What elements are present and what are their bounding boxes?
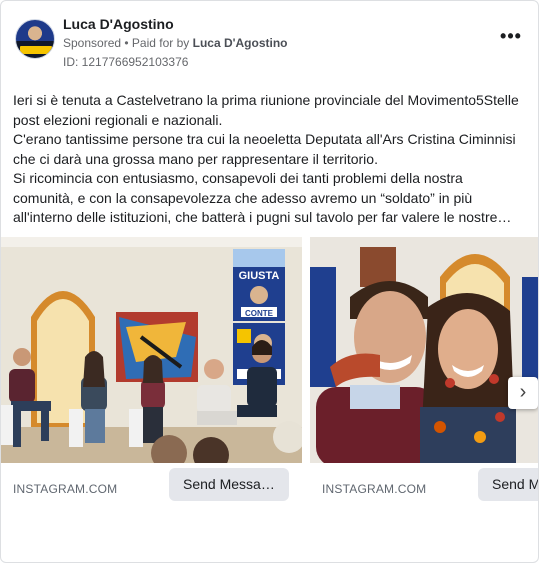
carousel: GIUSTA CONTE INSTAGRAM.COM Send Messa… I… xyxy=(1,237,538,507)
paid-for-prefix: • Paid for by xyxy=(124,36,190,50)
ad-card: Luca D'Agostino Sponsored • Paid for by … xyxy=(0,0,539,563)
post-body: Ieri si è tenuta a Castelvetrano la prim… xyxy=(13,91,521,228)
body-line-1: Ieri si è tenuta a Castelvetrano la prim… xyxy=(13,92,519,128)
avatar[interactable] xyxy=(15,19,55,59)
send-message-button[interactable]: Send Messa… xyxy=(169,468,289,501)
post-header: Luca D'Agostino Sponsored • Paid for by … xyxy=(13,13,528,73)
selfie-photo[interactable] xyxy=(310,237,538,463)
body-line-2: C'erano tantissime persone tra cui la ne… xyxy=(13,131,516,167)
link-domain: INSTAGRAM.COM xyxy=(13,482,118,496)
poster-text-2: CONTE xyxy=(245,309,274,318)
sponsored-label: Sponsored xyxy=(63,36,122,50)
carousel-card-2[interactable]: INSTAGRAM.COM Send M xyxy=(310,237,538,507)
send-message-button[interactable]: Send M xyxy=(478,468,538,501)
author-name[interactable]: Luca D'Agostino xyxy=(63,16,174,32)
poster-text-1: GIUSTA xyxy=(239,270,280,282)
chevron-right-icon[interactable]: › xyxy=(508,377,538,409)
carousel-card-1[interactable]: GIUSTA CONTE INSTAGRAM.COM Send Messa… xyxy=(1,237,302,507)
ad-id: ID: 1217766952103376 xyxy=(63,55,189,69)
body-line-3: Si ricomincia con entusiasmo, consapevol… xyxy=(13,170,512,225)
sponsored-line: Sponsored • Paid for by Luca D'Agostino xyxy=(63,36,288,50)
meeting-photo[interactable]: GIUSTA CONTE xyxy=(1,237,302,463)
link-domain: INSTAGRAM.COM xyxy=(322,482,427,496)
paid-for-name: Luca D'Agostino xyxy=(192,36,288,50)
more-dots-icon[interactable]: ••• xyxy=(498,27,524,49)
